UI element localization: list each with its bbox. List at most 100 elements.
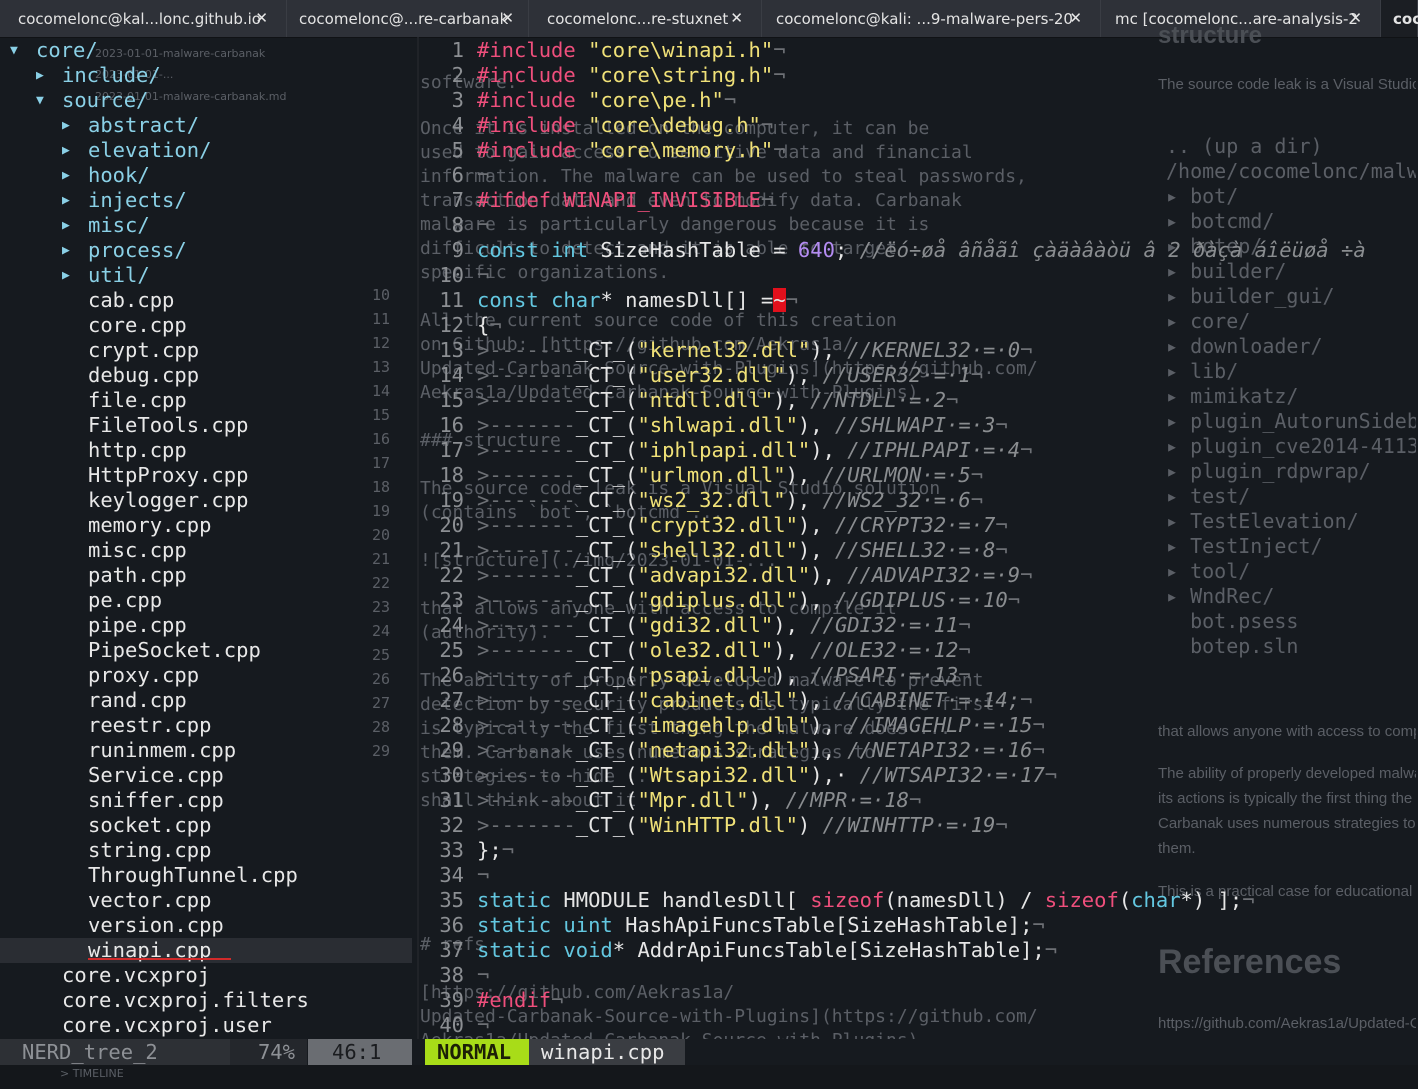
chevron-down-icon[interactable]: ▼ (10, 38, 18, 63)
code-line[interactable]: 22 >-------_CT_("advapi32.dll"), //ADVAPI… (419, 563, 1418, 588)
chevron-right-icon[interactable]: ▶ (62, 213, 70, 238)
code-line[interactable]: 8 ¬ (419, 213, 1418, 238)
close-icon[interactable]: ✕ (1069, 9, 1082, 27)
code-line[interactable]: 31 >-------_CT_("Mpr.dll"), //MPR·=·18¬ (419, 788, 1418, 813)
chevron-right-icon[interactable]: ▶ (62, 163, 70, 188)
code-line[interactable]: 28 >-------_CT_("imagehlp.dll"), //IMAGEH… (419, 713, 1418, 738)
chevron-right-icon[interactable]: ▶ (62, 188, 70, 213)
tab-2[interactable]: cocomelonc@...re-carbanak ✕ (287, 0, 529, 37)
tree-file[interactable]: reestr.cpp (0, 713, 412, 738)
chevron-down-icon[interactable]: ▼ (36, 88, 44, 113)
chevron-right-icon[interactable]: ▶ (62, 238, 70, 263)
tree-file[interactable]: string.cpp (0, 838, 412, 863)
tree-file[interactable]: rand.cpp (0, 688, 412, 713)
tree-file[interactable]: proxy.cpp (0, 663, 412, 688)
code-line[interactable]: 40 ¬ (419, 1013, 1418, 1038)
tree-subfolder[interactable]: ▶ hook/ (0, 163, 412, 188)
code-line[interactable]: 5 #include "core\memory.h"¬ (419, 138, 1418, 163)
tree-subfolder[interactable]: ▶ process/ (0, 238, 412, 263)
tab-1[interactable]: cocomelonc@kal...lonc.github.io ✕ (0, 0, 287, 37)
code-line[interactable]: 14 >-------_CT_("user32.dll"), //USER32·=… (419, 363, 1418, 388)
tree-file[interactable]: cab.cpp (0, 288, 412, 313)
code-line[interactable]: 33};¬ (419, 838, 1418, 863)
code-line[interactable]: 16 >-------_CT_("shlwapi.dll"), //SHLWAPI… (419, 413, 1418, 438)
tree-file[interactable]: version.cpp (0, 913, 412, 938)
tree-folder-core[interactable]: ▼ core/ (0, 38, 412, 63)
code-editor[interactable]: 1 #include "core\winapi.h"¬ 2 #include "cor… (419, 37, 1418, 1039)
tree-file[interactable]: pipe.cpp (0, 613, 412, 638)
code-line[interactable]: 1 #include "core\winapi.h"¬ (419, 38, 1418, 63)
code-line[interactable]: 13 >-------_CT_("kernel32.dll"), //KERNEL… (419, 338, 1418, 363)
tree-subfolder[interactable]: ▶ injects/ (0, 188, 412, 213)
close-icon[interactable]: ✕ (730, 9, 743, 27)
tab-6-active[interactable]: coc (1381, 0, 1418, 37)
tree-file[interactable]: FileTools.cpp (0, 413, 412, 438)
code-line[interactable]: 17 >-------_CT_("iphlpapi.dll"), //IPHLPA… (419, 438, 1418, 463)
code-line[interactable]: 19 >-------_CT_("ws2_32.dll"), //WS2_32·=… (419, 488, 1418, 513)
code-line[interactable]: 25 >-------_CT_("ole32.dll"), //OLE32·=·1… (419, 638, 1418, 663)
code-line[interactable]: 3 #include "core\pe.h"¬ (419, 88, 1418, 113)
tree-subfolder[interactable]: ▶ misc/ (0, 213, 412, 238)
tree-file[interactable]: file.cpp (0, 388, 412, 413)
tree-file[interactable]: vector.cpp (0, 888, 412, 913)
tree-file[interactable]: keylogger.cpp (0, 488, 412, 513)
tree-file[interactable]: core.cpp (0, 313, 412, 338)
code-line[interactable]: 36 static uint HashApiFuncsTable[SizeHash… (419, 913, 1418, 938)
tree-subfolder[interactable]: ▶ elevation/ (0, 138, 412, 163)
code-line[interactable]: 35 static HMODULE handlesDll[ sizeof(name… (419, 888, 1418, 913)
code-line[interactable]: 34 ¬ (419, 863, 1418, 888)
tab-3[interactable]: cocomelonc...re-stuxnet ✕ (529, 0, 762, 37)
tab-4[interactable]: cocomelonc@kali: ...9-malware-pers-20 ✕ (762, 0, 1101, 37)
tree-file[interactable]: ThroughTunnel.cpp (0, 863, 412, 888)
tree-file[interactable]: debug.cpp (0, 363, 412, 388)
code-line[interactable]: 26 >-------_CT_("psapi.dll"), //PSAPI·=·1… (419, 663, 1418, 688)
code-line[interactable]: 20 >-------_CT_("crypt32.dll"), //CRYPT32… (419, 513, 1418, 538)
code-line[interactable]: 10 ¬ (419, 263, 1418, 288)
code-line[interactable]: 24 >-------_CT_("gdi32.dll"), //GDI32·=·1… (419, 613, 1418, 638)
close-icon[interactable]: ✕ (501, 9, 514, 27)
tree-file[interactable]: Service.cpp (0, 763, 412, 788)
chevron-right-icon[interactable]: ▶ (36, 63, 44, 88)
code-line[interactable]: 21 >-------_CT_("shell32.dll"), //SHELL32… (419, 538, 1418, 563)
code-line[interactable]: 6 ¬ (419, 163, 1418, 188)
code-line[interactable]: 15 >-------_CT_("ntdll.dll"), //NTDLL·=·2… (419, 388, 1418, 413)
tree-file[interactable]: http.cpp (0, 438, 412, 463)
code-line[interactable]: 18 >-------_CT_("urlmon.dll"), //URLMON·=… (419, 463, 1418, 488)
code-line[interactable]: 38 ¬ (419, 963, 1418, 988)
close-icon[interactable]: ✕ (255, 9, 268, 27)
chevron-right-icon[interactable]: ▶ (62, 113, 70, 138)
tree-file[interactable]: runinmem.cpp (0, 738, 412, 763)
code-line[interactable]: 7 #ifdef WINAPI_INVISIBLE¬ (419, 188, 1418, 213)
tree-file[interactable]: PipeSocket.cpp (0, 638, 412, 663)
code-line[interactable]: 12 {¬ (419, 313, 1418, 338)
tree-file[interactable]: path.cpp (0, 563, 412, 588)
code-line[interactable]: 27 >-------_CT_("cabinet.dll"), //CABINET… (419, 688, 1418, 713)
tree-file[interactable]: misc.cpp (0, 538, 412, 563)
tree-folder-source[interactable]: ▼ source/ (0, 88, 412, 113)
chevron-right-icon[interactable]: ▶ (62, 263, 70, 288)
tree-folder-include[interactable]: ▶ include/ (0, 63, 412, 88)
chevron-right-icon[interactable]: ▶ (62, 138, 70, 163)
code-line[interactable]: 9 const int SizeHashTable = 640; //ëó÷øå … (419, 238, 1418, 263)
code-line[interactable]: 32 >-------_CT_("WinHTTP.dll") //WINHTTP·… (419, 813, 1418, 838)
code-line[interactable]: 23 >-------_CT_("gdiplus.dll"), //GDIPLUS… (419, 588, 1418, 613)
code-line[interactable]: 4 #include "core\debug.h"¬ (419, 113, 1418, 138)
tree-project-file[interactable]: core.vcxproj.filters (0, 988, 412, 1013)
tree-file[interactable]: sniffer.cpp (0, 788, 412, 813)
close-icon[interactable]: ✕ (1349, 9, 1362, 27)
code-line[interactable]: 30 >-------_CT_("Wtsapi32.dll"),· //WTSAP… (419, 763, 1418, 788)
tree-file[interactable]: socket.cpp (0, 813, 412, 838)
tree-subfolder[interactable]: ▶ abstract/ (0, 113, 412, 138)
code-line[interactable]: 29 >-------_CT_("netapi32.dll"), //NETAPI… (419, 738, 1418, 763)
code-line[interactable]: 11 const char* namesDll[] =~¬ (419, 288, 1418, 313)
tree-file[interactable]: memory.cpp (0, 513, 412, 538)
code-line[interactable]: 39 #endif¬ (419, 988, 1418, 1013)
tree-project-file[interactable]: core.vcxproj (0, 963, 412, 988)
tree-file[interactable]: crypt.cpp (0, 338, 412, 363)
tree-project-file[interactable]: core.vcxproj.user (0, 1013, 412, 1037)
code-line[interactable]: 2 #include "core\string.h"¬ (419, 63, 1418, 88)
tree-file[interactable]: HttpProxy.cpp (0, 463, 412, 488)
tree-file[interactable]: pe.cpp (0, 588, 412, 613)
code-line[interactable]: 37 static void* AddrApiFuncsTable[SizeHas… (419, 938, 1418, 963)
tree-subfolder[interactable]: ▶ util/ (0, 263, 412, 288)
